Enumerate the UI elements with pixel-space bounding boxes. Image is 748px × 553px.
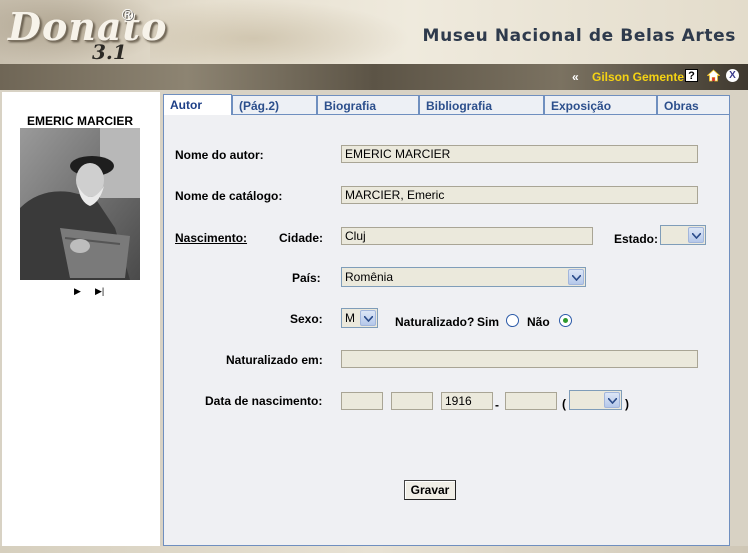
- naturalized-yes-radio[interactable]: [506, 314, 519, 327]
- chevron-down-icon[interactable]: [688, 227, 704, 243]
- footer-strip: [0, 546, 748, 553]
- last-record-icon[interactable]: ▶|: [95, 286, 104, 297]
- user-bar: « Gilson Gemente ? X: [0, 64, 748, 90]
- chevron-down-icon[interactable]: [360, 310, 376, 326]
- author-photo: [20, 128, 140, 280]
- tab-exposicao[interactable]: Exposição: [544, 95, 657, 114]
- catalog-name-field[interactable]: MARCIER, Emeric: [341, 186, 698, 204]
- chevron-down-icon[interactable]: [568, 269, 584, 285]
- naturalized-no-label: Não: [527, 315, 550, 329]
- birth-year-field[interactable]: 1916: [441, 392, 493, 410]
- birth-month-field[interactable]: [391, 392, 433, 410]
- author-name-label: Nome do autor:: [175, 148, 264, 162]
- back-icon[interactable]: «: [572, 70, 579, 84]
- date-qualifier-select[interactable]: [569, 390, 622, 410]
- state-label: Estado:: [614, 232, 659, 246]
- header-texture-2: [150, 0, 410, 64]
- chevron-down-icon[interactable]: [604, 392, 620, 408]
- country-value: Romênia: [345, 270, 394, 284]
- home-icon[interactable]: [706, 69, 721, 82]
- app-header: Donato ® 3.1 Museu Nacional de Belas Art…: [0, 0, 748, 64]
- paren-close: ): [625, 397, 629, 411]
- date-range-dash: -: [495, 398, 499, 412]
- country-select[interactable]: Romênia: [341, 267, 586, 287]
- naturalized-yes-label: Sim: [477, 315, 500, 329]
- help-icon[interactable]: ?: [685, 69, 698, 82]
- tab-bibliografia[interactable]: Bibliografia: [419, 95, 544, 114]
- state-select[interactable]: [660, 225, 706, 245]
- author-name-field[interactable]: EMERIC MARCIER: [341, 145, 698, 163]
- naturalized-label: Naturalizado?: [395, 315, 475, 329]
- next-record-icon[interactable]: ▶: [74, 286, 81, 297]
- paren-open: (: [562, 397, 566, 411]
- tab-obras[interactable]: Obras: [657, 95, 730, 114]
- app-logo: Donato: [8, 4, 168, 49]
- sex-label: Sexo:: [290, 312, 323, 326]
- city-label: Cidade:: [279, 231, 324, 245]
- birth-day-field[interactable]: [341, 392, 383, 410]
- author-form: Nome do autor: EMERIC MARCIER Nome de ca…: [163, 114, 730, 546]
- sex-select[interactable]: M: [341, 308, 378, 328]
- catalog-name-label: Nome de catálogo:: [175, 189, 283, 203]
- birth-year-end-field[interactable]: [505, 392, 557, 410]
- sex-value: M: [345, 311, 355, 325]
- city-field[interactable]: Cluj: [341, 227, 593, 245]
- country-label: País:: [292, 271, 321, 285]
- naturalized-in-label: Naturalizado em:: [226, 353, 323, 367]
- birth-date-label: Data de nascimento:: [205, 394, 323, 408]
- tab-pag2[interactable]: (Pág.2): [232, 95, 317, 114]
- tab-biografia[interactable]: Biografia: [317, 95, 419, 114]
- author-sidebar: EMERIC MARCIER ▶ ▶|: [2, 92, 160, 546]
- tab-bar: Autor (Pág.2) Biografia Bibliografia Exp…: [163, 94, 730, 115]
- exit-icon[interactable]: X: [726, 69, 739, 82]
- birth-link[interactable]: Nascimento:: [175, 231, 247, 245]
- tab-autor[interactable]: Autor: [163, 94, 232, 115]
- naturalized-no-radio[interactable]: [559, 314, 572, 327]
- museum-title: Museu Nacional de Belas Artes: [422, 26, 736, 46]
- author-name-heading: EMERIC MARCIER: [26, 114, 133, 128]
- logo-version: 3.1: [92, 40, 127, 64]
- save-button[interactable]: Gravar: [404, 480, 456, 500]
- naturalized-in-field[interactable]: [341, 350, 698, 368]
- logo-registered-mark: ®: [120, 6, 135, 24]
- user-name: Gilson Gemente: [592, 70, 685, 84]
